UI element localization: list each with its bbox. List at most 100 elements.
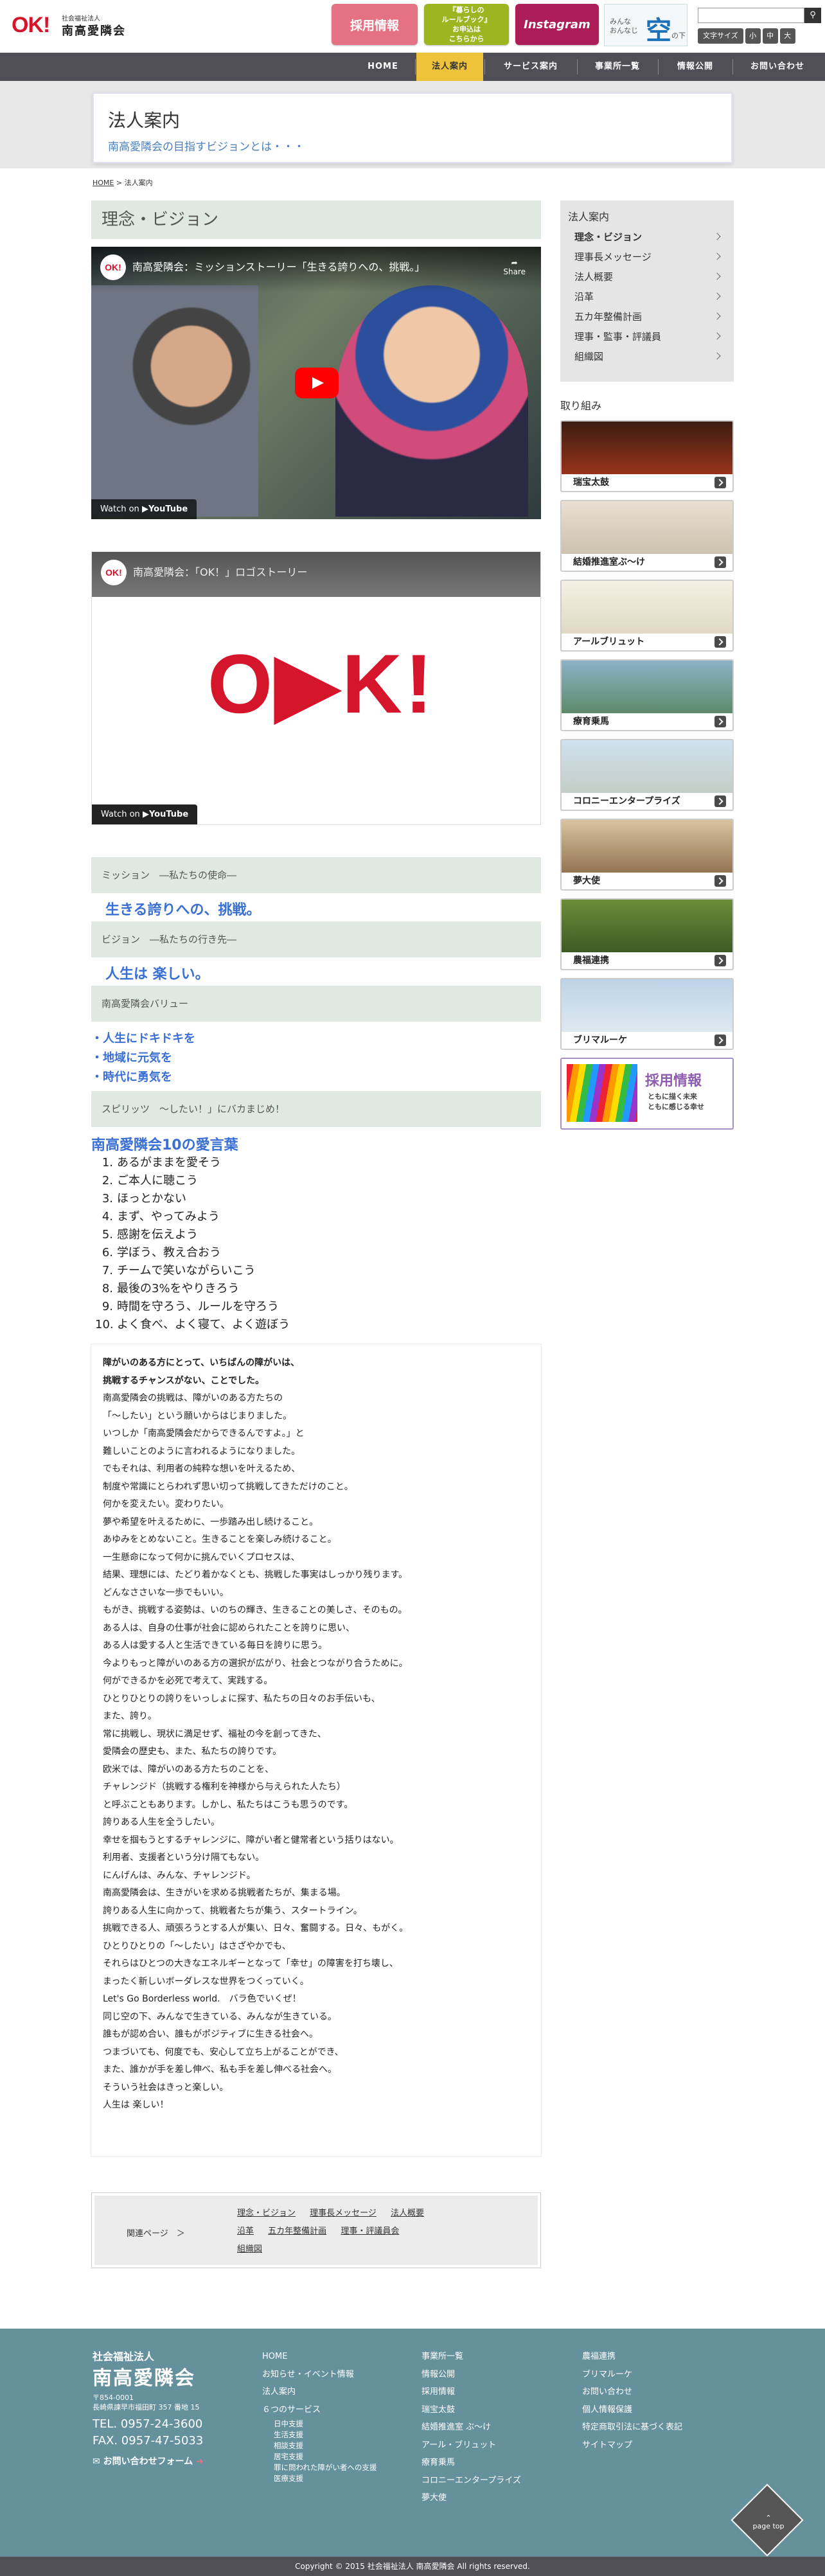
banner-5[interactable]: コロニーエンタープライズ — [560, 739, 734, 811]
banner-2[interactable]: 結婚推進室ぶ〜け — [560, 500, 734, 572]
related-link[interactable]: 法人概要 — [391, 2208, 424, 2218]
sidebar-item[interactable]: 理事・監事・評議員 — [574, 330, 661, 343]
footer-contact-link[interactable]: ✉ お問い合わせフォーム ➜ — [93, 2455, 204, 2467]
essay-line: 幸せを掴もうとするチャレンジに、障がい者と健常者という括りはない。 — [103, 1834, 399, 1845]
footer-link[interactable]: HOME — [262, 2348, 377, 2366]
spirit-heading: スピリッツ ～したい！」にバカまじめ！ — [91, 1091, 541, 1127]
banner-1[interactable]: 瑞宝太鼓 — [560, 420, 734, 492]
banner-3[interactable]: アールブリュット — [560, 580, 734, 652]
footer-sublink[interactable]: 罪に問われた障がい者への支援 — [262, 2462, 377, 2473]
banner-9[interactable]: 採用情報 ともに描く未来 ともに感じる幸せ — [560, 1058, 734, 1130]
related-link[interactable]: 五カ年整備計画 — [268, 2226, 326, 2236]
font-size-medium[interactable]: 中 — [762, 28, 778, 44]
related-link[interactable]: 組織図 — [237, 2244, 262, 2254]
font-size-large[interactable]: 大 — [779, 28, 795, 44]
essay-line: 人生は 楽しい！ — [103, 2100, 169, 2110]
recruit-button[interactable]: 採用情報 — [332, 4, 418, 45]
banner-sub: ともに感じる幸せ — [648, 1103, 704, 1111]
footer-sublink[interactable]: 生活支援 — [262, 2429, 377, 2440]
sidebar-item[interactable]: 沿革 — [574, 290, 594, 303]
footer-link[interactable]: 夢大使 — [421, 2489, 521, 2507]
footer-link[interactable]: アール・ブリュット — [421, 2437, 521, 2455]
banner-6[interactable]: 夢大使 — [560, 819, 734, 891]
play-button[interactable] — [295, 368, 339, 398]
instagram-button[interactable]: Instagram — [515, 4, 599, 45]
footer-link[interactable]: サイトマップ — [582, 2437, 682, 2455]
related-link[interactable]: 理念・ビジョン — [237, 2208, 296, 2218]
org-name[interactable]: 南高愛隣会 — [62, 22, 126, 39]
video-title[interactable]: 南高愛隣会：「OK！」ロゴストーリー — [133, 564, 307, 579]
footer-link[interactable]: 瑞宝太鼓 — [421, 2401, 521, 2419]
footer-link[interactable]: 特定商取引法に基づく表記 — [582, 2419, 682, 2437]
footer-link[interactable]: 農福連携 — [582, 2348, 682, 2366]
breadcrumb-current: 法人案内 — [124, 179, 153, 187]
sidebar-item[interactable]: 法人概要 — [574, 270, 613, 283]
essay-line: Let's Go Borderless world. バラ色でいくぜ！ — [103, 1994, 301, 2004]
related-link[interactable]: 理事長メッセージ — [310, 2208, 377, 2218]
site-logo[interactable]: OK! — [12, 14, 50, 36]
sky-banner[interactable]: みんな おんなじ 空 の下 — [604, 4, 688, 46]
search-icon[interactable]: ⚲ — [804, 8, 821, 23]
ten-word-item: 10. よく食べ、よく寝て、よく遊ぼう — [95, 1318, 290, 1331]
search-input[interactable] — [698, 8, 804, 23]
footer-link[interactable]: お問い合わせ — [582, 2383, 682, 2401]
nav-offices[interactable]: 事業所一覧 — [578, 53, 657, 81]
value-heading: 南高愛隣会バリュー — [91, 986, 541, 1022]
essay-line: 南高愛隣会の挑戦は、障がいのある方たちの — [103, 1393, 283, 1403]
essay-line: そういう社会はきっと楽しい。 — [103, 2082, 229, 2093]
nav-disclosure[interactable]: 情報公開 — [659, 53, 731, 81]
page-subtitle: 南高愛隣会の目指すビジョンとは・・・ — [108, 141, 305, 154]
footer-link[interactable]: 法人案内 — [262, 2383, 377, 2401]
related-link[interactable]: 理事・評議員会 — [341, 2226, 399, 2236]
ten-word-item: 8. 最後の3%をやりきろう — [102, 1282, 240, 1295]
footer-link[interactable]: 採用情報 — [421, 2383, 521, 2401]
rulebook-button[interactable]: 『暮らしの ルールブック』 お申込は こちらから — [424, 4, 509, 45]
sidebar-item[interactable]: 理事長メッセージ — [574, 250, 652, 263]
sidebar-item[interactable]: 理念・ビジョン — [574, 230, 642, 244]
essay-line: 制度や常識にとらわれず思い切って挑戦してきただけのこと。 — [103, 1481, 353, 1492]
breadcrumb-home[interactable]: HOME — [93, 179, 114, 187]
channel-avatar[interactable]: OK! — [100, 254, 126, 280]
banner-label: 採用情報 — [645, 1073, 702, 1089]
footer-link[interactable]: ブリマルーケ — [582, 2366, 682, 2384]
page-top-label[interactable]: ⌃ page top — [749, 2514, 788, 2530]
banner-4[interactable]: 療育乗馬 — [560, 659, 734, 731]
footer-sublink[interactable]: 相談支援 — [262, 2440, 377, 2451]
nav-contact[interactable]: お問い合わせ — [734, 53, 821, 81]
banner-7[interactable]: 農福連携 — [560, 898, 734, 970]
page-header-box: 法人案内 南高愛隣会の目指すビジョンとは・・・ — [93, 93, 732, 163]
nav-services[interactable]: サービス案内 — [486, 53, 576, 81]
video-mission-story[interactable]: OK! 南高愛隣会：ミッションストーリー「生きる誇りへの、挑戦。」 ➦ Share… — [91, 247, 541, 519]
footer-link[interactable]: 個人情報保護 — [582, 2401, 682, 2419]
video-logo-story[interactable]: OK! 南高愛隣会：「OK！」ロゴストーリー O▶K! Watch on ▶Yo… — [91, 551, 541, 825]
footer-link[interactable]: ６つのサービス — [262, 2401, 377, 2419]
nav-corporate[interactable]: 法人案内 — [416, 53, 483, 81]
watch-on-youtube[interactable]: Watch on ▶YouTube — [92, 804, 198, 824]
font-size-small[interactable]: 小 — [745, 28, 761, 44]
essay-line: もがき、挑戦する姿勢は、いのちの輝き、生きることの美しさ、そのもの。 — [103, 1605, 407, 1615]
related-link[interactable]: 沿革 — [237, 2226, 254, 2236]
banner-label: 結婚推進室ぶ〜け — [562, 554, 732, 571]
footer-link[interactable]: 事業所一覧 — [421, 2348, 521, 2366]
footer-link[interactable]: 結婚推進室 ぶ〜け — [421, 2419, 521, 2437]
footer-link[interactable]: 情報公開 — [421, 2366, 521, 2384]
banner-8[interactable]: ブリマルーケ — [560, 978, 734, 1050]
video-title[interactable]: 南高愛隣会：ミッションストーリー「生きる誇りへの、挑戦。」 — [132, 258, 425, 274]
sidebar-item[interactable]: 五カ年整備計画 — [574, 310, 642, 323]
share-icon[interactable]: ➦ Share — [503, 258, 526, 276]
chevron-right-icon — [713, 352, 721, 360]
footer-sublink[interactable]: 医療支援 — [262, 2473, 377, 2484]
site-footer: 社会福祉法人 南高愛隣会 〒854-0001 長崎県諫早市福田町 357 番地 1… — [0, 2329, 825, 2557]
value-item: ・時代に勇気を — [91, 1070, 172, 1084]
footer-link[interactable]: 療育乗馬 — [421, 2454, 521, 2472]
watch-on-youtube[interactable]: Watch on ▶YouTube — [91, 499, 197, 519]
footer-link[interactable]: お知らせ・イベント情報 — [262, 2366, 377, 2384]
nav-home[interactable]: HOME — [352, 53, 414, 81]
sidebar-item[interactable]: 組織図 — [574, 350, 603, 363]
footer-sublink[interactable]: 居宅支援 — [262, 2451, 377, 2462]
vision-text: 人生は 楽しい。 — [105, 966, 209, 982]
channel-avatar[interactable]: OK! — [101, 560, 127, 585]
footer-sublink[interactable]: 日中支援 — [262, 2419, 377, 2429]
font-size-switcher: 文字サイズ 小 中 大 — [698, 28, 795, 44]
footer-link[interactable]: コロニーエンタープライズ — [421, 2472, 521, 2490]
